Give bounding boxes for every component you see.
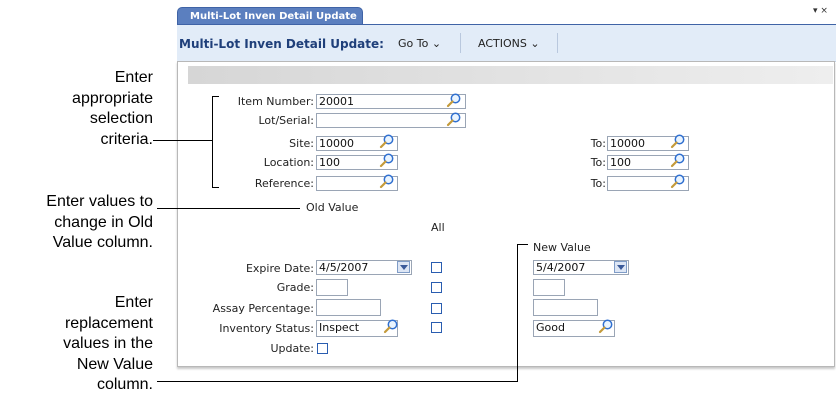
tab-multi-lot-inven-detail-update[interactable]: Multi-Lot Inven Detail Update — [177, 7, 363, 24]
toolbar-separator — [557, 33, 558, 53]
reference-from-lookup-icon[interactable] — [379, 173, 395, 189]
callout-line: change in Old — [54, 213, 153, 231]
item-number-lookup-icon[interactable] — [446, 92, 462, 108]
update-label: Update: — [270, 342, 314, 355]
lot-serial-input[interactable] — [316, 113, 466, 128]
grade-old-input[interactable] — [316, 279, 348, 296]
callout-line: selection — [89, 110, 153, 127]
actions-menu-button[interactable]: ACTIONS ⌄ — [478, 37, 540, 50]
page-title: Multi-Lot Inven Detail Update: — [179, 37, 384, 51]
new-value-leader-top — [517, 244, 528, 245]
toolbar-separator — [460, 33, 461, 53]
old-value-header: Old Value — [306, 201, 359, 214]
inventory-status-label: Inventory Status: — [219, 322, 314, 335]
site-to-label: To: — [590, 137, 606, 150]
new-value-leader-vertical — [517, 244, 518, 382]
callout-line: Enter values to — [46, 193, 153, 210]
site-from-lookup-icon[interactable] — [379, 133, 395, 149]
update-checkbox[interactable] — [317, 343, 328, 354]
site-to-lookup-icon[interactable] — [670, 133, 686, 149]
tab-menu-close-icon[interactable]: ▾ × — [813, 6, 828, 16]
expire-date-all-checkbox[interactable] — [431, 262, 442, 273]
callout-replacement: Enter replacement values in the New Valu… — [20, 293, 153, 396]
reference-to-label: To: — [590, 177, 606, 190]
toolbar: Multi-Lot Inven Detail Update: Go To ⌄ A… — [177, 25, 836, 62]
callout-line: Enter — [114, 294, 153, 311]
grade-label: Grade: — [276, 281, 314, 294]
callout-line: Enter — [114, 69, 153, 86]
grade-all-checkbox[interactable] — [431, 282, 442, 293]
new-value-leader-bottom — [157, 381, 518, 382]
inventory-status-new-lookup-icon[interactable] — [598, 318, 614, 334]
expire-date-new-dropdown-icon[interactable] — [614, 261, 627, 273]
lot-serial-lookup-icon[interactable] — [446, 111, 462, 127]
assay-percentage-new-input[interactable] — [533, 299, 598, 316]
callout-line: replacement — [64, 314, 153, 332]
assay-percentage-all-checkbox[interactable] — [431, 303, 442, 314]
inventory-status-old-lookup-icon[interactable] — [383, 318, 399, 334]
expire-date-old-dropdown-icon[interactable] — [397, 261, 410, 273]
location-to-label: To: — [590, 156, 606, 169]
inventory-status-all-checkbox[interactable] — [431, 322, 442, 333]
grade-new-input[interactable] — [533, 279, 565, 296]
selection-leader-line — [153, 140, 212, 141]
callout-line: Value column. — [52, 234, 153, 251]
callout-old-value: Enter values to change in Old Value colu… — [0, 192, 153, 254]
item-number-input[interactable]: 20001 — [316, 94, 466, 109]
expire-date-label: Expire Date: — [245, 262, 314, 275]
location-from-lookup-icon[interactable] — [379, 152, 395, 168]
callout-line: criteria. — [100, 130, 153, 148]
callout-line: column. — [96, 376, 153, 393]
callout-line: appropriate — [72, 89, 153, 107]
new-value-header: New Value — [533, 241, 591, 254]
callout-selection-criteria: Enter appropriate selection criteria. — [20, 68, 153, 150]
callout-line: New Value — [76, 355, 153, 373]
selection-bracket — [212, 96, 219, 188]
assay-percentage-old-input[interactable] — [316, 299, 381, 316]
location-to-lookup-icon[interactable] — [670, 152, 686, 168]
form-header-band — [188, 66, 833, 84]
reference-to-lookup-icon[interactable] — [670, 173, 686, 189]
assay-percentage-label: Assay Percentage: — [212, 302, 314, 315]
callout-line: values in the — [63, 335, 153, 352]
go-to-menu-button[interactable]: Go To ⌄ — [398, 37, 441, 50]
old-value-leader-line — [157, 208, 300, 209]
all-header: All — [431, 221, 445, 234]
